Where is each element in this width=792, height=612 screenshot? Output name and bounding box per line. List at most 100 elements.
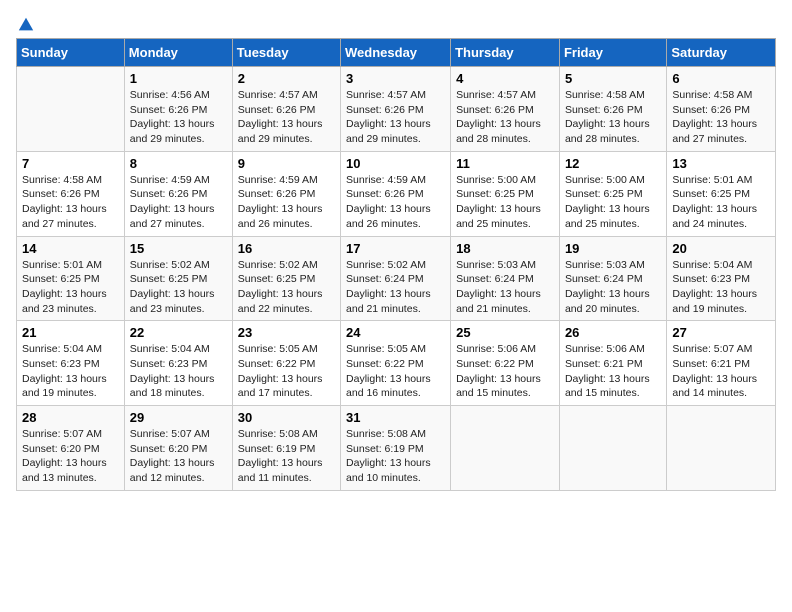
header-monday: Monday (124, 39, 232, 67)
day-info: Sunrise: 5:04 AM Sunset: 6:23 PM Dayligh… (22, 342, 119, 401)
calendar-cell: 2 Sunrise: 4:57 AM Sunset: 6:26 PM Daylig… (232, 67, 340, 152)
calendar-cell (451, 406, 560, 491)
calendar-cell: 28Sunrise: 5:07 AM Sunset: 6:20 PM Dayli… (17, 406, 125, 491)
calendar-cell: 8 Sunrise: 4:59 AM Sunset: 6:26 PM Daylig… (124, 151, 232, 236)
day-info: Sunrise: 5:04 AM Sunset: 6:23 PM Dayligh… (672, 258, 770, 317)
day-number: 16 (238, 241, 335, 256)
calendar-cell: 1 Sunrise: 4:56 AM Sunset: 6:26 PM Daylig… (124, 67, 232, 152)
calendar-cell: 31 Sunrise: 5:08 AM Sunset: 6:19 PM Dayli… (341, 406, 451, 491)
day-number: 8 (130, 156, 227, 171)
calendar-cell: 21 Sunrise: 5:04 AM Sunset: 6:23 PM Dayli… (17, 321, 125, 406)
week-row-0: 1 Sunrise: 4:56 AM Sunset: 6:26 PM Daylig… (17, 67, 776, 152)
day-number: 6 (672, 71, 770, 86)
day-info: Sunrise: 5:01 AM Sunset: 6:25 PM Dayligh… (672, 173, 770, 232)
day-number: 7 (22, 156, 119, 171)
calendar-cell: 25 Sunrise: 5:06 AM Sunset: 6:22 PM Dayli… (451, 321, 560, 406)
calendar-cell: 6 Sunrise: 4:58 AM Sunset: 6:26 PM Daylig… (667, 67, 776, 152)
day-number: 17 (346, 241, 445, 256)
day-info: Sunrise: 5:06 AM Sunset: 6:22 PM Dayligh… (456, 342, 554, 401)
day-info: Sunrise: 5:08 AM Sunset: 6:19 PM Dayligh… (238, 427, 335, 486)
day-number: 5 (565, 71, 661, 86)
day-info: Sunrise: 5:05 AM Sunset: 6:22 PM Dayligh… (346, 342, 445, 401)
calendar-cell: 23Sunrise: 5:05 AM Sunset: 6:22 PM Dayli… (232, 321, 340, 406)
day-number: 9 (238, 156, 335, 171)
day-number: 24 (346, 325, 445, 340)
day-number: 2 (238, 71, 335, 86)
week-row-1: 7 Sunrise: 4:58 AM Sunset: 6:26 PM Daylig… (17, 151, 776, 236)
day-info: Sunrise: 4:58 AM Sunset: 6:26 PM Dayligh… (672, 88, 770, 147)
week-row-4: 28Sunrise: 5:07 AM Sunset: 6:20 PM Dayli… (17, 406, 776, 491)
header-saturday: Saturday (667, 39, 776, 67)
calendar-cell: 20 Sunrise: 5:04 AM Sunset: 6:23 PM Dayli… (667, 236, 776, 321)
day-info: Sunrise: 4:59 AM Sunset: 6:26 PM Dayligh… (130, 173, 227, 232)
logo (16, 16, 36, 30)
calendar-cell: 17 Sunrise: 5:02 AM Sunset: 6:24 PM Dayli… (341, 236, 451, 321)
day-number: 14 (22, 241, 119, 256)
calendar-cell: 15 Sunrise: 5:02 AM Sunset: 6:25 PM Dayli… (124, 236, 232, 321)
day-number: 4 (456, 71, 554, 86)
calendar-cell: 12Sunrise: 5:00 AM Sunset: 6:25 PM Dayli… (559, 151, 666, 236)
calendar-cell: 10 Sunrise: 4:59 AM Sunset: 6:26 PM Dayli… (341, 151, 451, 236)
day-number: 15 (130, 241, 227, 256)
day-number: 25 (456, 325, 554, 340)
day-number: 30 (238, 410, 335, 425)
day-number: 10 (346, 156, 445, 171)
calendar-cell: 22 Sunrise: 5:04 AM Sunset: 6:23 PM Dayli… (124, 321, 232, 406)
day-number: 26 (565, 325, 661, 340)
calendar-cell: 14Sunrise: 5:01 AM Sunset: 6:25 PM Dayli… (17, 236, 125, 321)
calendar-cell: 19 Sunrise: 5:03 AM Sunset: 6:24 PM Dayli… (559, 236, 666, 321)
day-info: Sunrise: 4:56 AM Sunset: 6:26 PM Dayligh… (130, 88, 227, 147)
day-number: 19 (565, 241, 661, 256)
day-number: 31 (346, 410, 445, 425)
day-number: 3 (346, 71, 445, 86)
calendar-cell: 29 Sunrise: 5:07 AM Sunset: 6:20 PM Dayli… (124, 406, 232, 491)
calendar-cell: 27Sunrise: 5:07 AM Sunset: 6:21 PM Dayli… (667, 321, 776, 406)
calendar-cell (559, 406, 666, 491)
day-info: Sunrise: 5:06 AM Sunset: 6:21 PM Dayligh… (565, 342, 661, 401)
day-info: Sunrise: 5:03 AM Sunset: 6:24 PM Dayligh… (565, 258, 661, 317)
logo-triangle-icon (17, 16, 35, 34)
calendar-cell: 30 Sunrise: 5:08 AM Sunset: 6:19 PM Dayli… (232, 406, 340, 491)
day-info: Sunrise: 4:57 AM Sunset: 6:26 PM Dayligh… (456, 88, 554, 147)
header-wednesday: Wednesday (341, 39, 451, 67)
calendar-cell: 13 Sunrise: 5:01 AM Sunset: 6:25 PM Dayli… (667, 151, 776, 236)
day-info: Sunrise: 5:03 AM Sunset: 6:24 PM Dayligh… (456, 258, 554, 317)
day-info: Sunrise: 5:08 AM Sunset: 6:19 PM Dayligh… (346, 427, 445, 486)
day-info: Sunrise: 5:00 AM Sunset: 6:25 PM Dayligh… (565, 173, 661, 232)
header-sunday: Sunday (17, 39, 125, 67)
calendar-cell: 26 Sunrise: 5:06 AM Sunset: 6:21 PM Dayli… (559, 321, 666, 406)
day-number: 21 (22, 325, 119, 340)
calendar-body: 1 Sunrise: 4:56 AM Sunset: 6:26 PM Daylig… (17, 67, 776, 491)
day-info: Sunrise: 5:00 AM Sunset: 6:25 PM Dayligh… (456, 173, 554, 232)
day-number: 20 (672, 241, 770, 256)
day-info: Sunrise: 4:59 AM Sunset: 6:26 PM Dayligh… (238, 173, 335, 232)
day-number: 13 (672, 156, 770, 171)
day-info: Sunrise: 5:02 AM Sunset: 6:24 PM Dayligh… (346, 258, 445, 317)
calendar-cell: 3Sunrise: 4:57 AM Sunset: 6:26 PM Daylig… (341, 67, 451, 152)
day-info: Sunrise: 4:58 AM Sunset: 6:26 PM Dayligh… (565, 88, 661, 147)
header-tuesday: Tuesday (232, 39, 340, 67)
day-number: 22 (130, 325, 227, 340)
day-info: Sunrise: 5:07 AM Sunset: 6:20 PM Dayligh… (22, 427, 119, 486)
calendar-header-row: SundayMondayTuesdayWednesdayThursdayFrid… (17, 39, 776, 67)
calendar-cell: 7 Sunrise: 4:58 AM Sunset: 6:26 PM Daylig… (17, 151, 125, 236)
header-thursday: Thursday (451, 39, 560, 67)
day-info: Sunrise: 4:57 AM Sunset: 6:26 PM Dayligh… (238, 88, 335, 147)
header-friday: Friday (559, 39, 666, 67)
calendar-table: SundayMondayTuesdayWednesdayThursdayFrid… (16, 38, 776, 491)
calendar-cell: 11Sunrise: 5:00 AM Sunset: 6:25 PM Dayli… (451, 151, 560, 236)
day-info: Sunrise: 4:59 AM Sunset: 6:26 PM Dayligh… (346, 173, 445, 232)
day-info: Sunrise: 5:04 AM Sunset: 6:23 PM Dayligh… (130, 342, 227, 401)
day-info: Sunrise: 5:02 AM Sunset: 6:25 PM Dayligh… (130, 258, 227, 317)
calendar-cell: 5 Sunrise: 4:58 AM Sunset: 6:26 PM Daylig… (559, 67, 666, 152)
calendar-cell: 24 Sunrise: 5:05 AM Sunset: 6:22 PM Dayli… (341, 321, 451, 406)
calendar-cell: 9 Sunrise: 4:59 AM Sunset: 6:26 PM Daylig… (232, 151, 340, 236)
calendar-cell (667, 406, 776, 491)
day-number: 29 (130, 410, 227, 425)
day-info: Sunrise: 5:07 AM Sunset: 6:20 PM Dayligh… (130, 427, 227, 486)
day-info: Sunrise: 5:07 AM Sunset: 6:21 PM Dayligh… (672, 342, 770, 401)
week-row-3: 21 Sunrise: 5:04 AM Sunset: 6:23 PM Dayli… (17, 321, 776, 406)
day-info: Sunrise: 4:58 AM Sunset: 6:26 PM Dayligh… (22, 173, 119, 232)
calendar-cell: 4 Sunrise: 4:57 AM Sunset: 6:26 PM Daylig… (451, 67, 560, 152)
day-number: 1 (130, 71, 227, 86)
